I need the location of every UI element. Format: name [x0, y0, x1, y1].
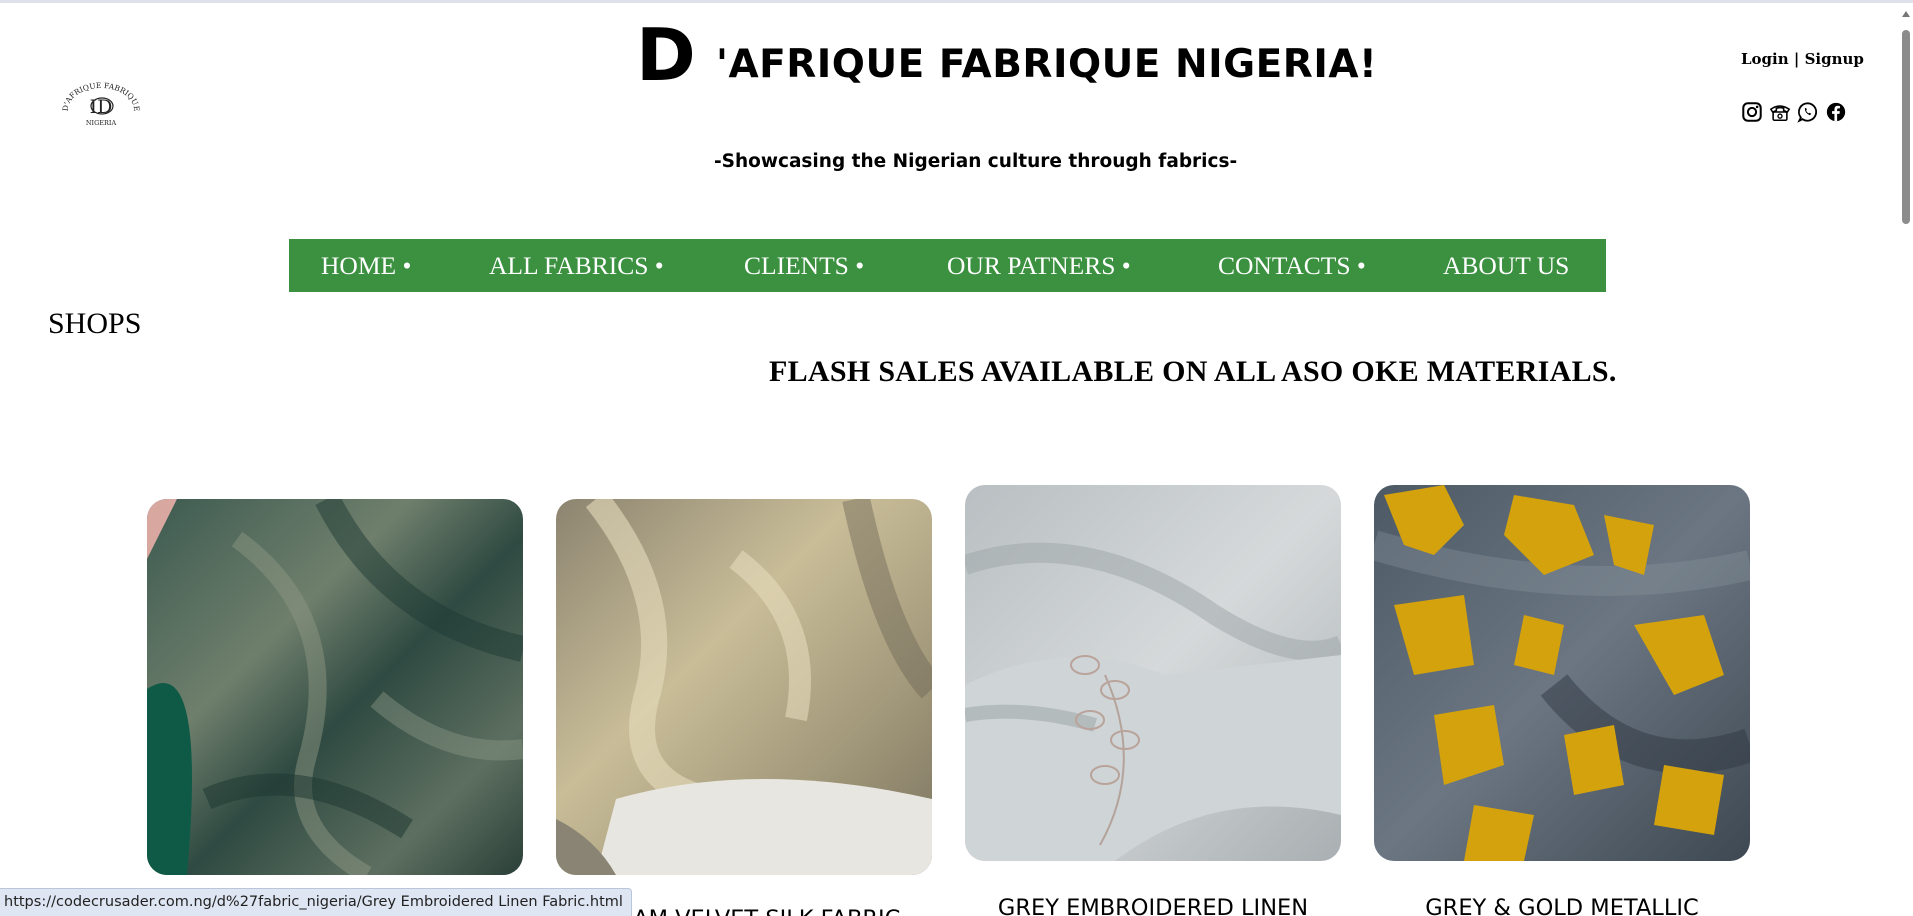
vertical-scrollbar[interactable] — [1899, 3, 1913, 916]
scroll-thumb[interactable] — [1902, 30, 1910, 224]
site-tagline: -Showcasing the Nigerian culture through… — [714, 151, 1238, 172]
facebook-icon[interactable] — [1824, 100, 1848, 124]
nav-about-us[interactable]: ABOUT US — [1443, 239, 1569, 292]
product-image-grey-linen[interactable] — [965, 485, 1341, 861]
product-image-green-fabric[interactable] — [147, 499, 523, 875]
product-caption-grey-linen[interactable]: GREY EMBROIDERED LINEN — [965, 894, 1341, 916]
nav-all-fabrics[interactable]: ALL FABRICS • — [489, 239, 664, 292]
whatsapp-icon[interactable] — [1796, 100, 1820, 124]
brand-initial: D — [636, 13, 696, 97]
svg-text:NIGERIA: NIGERIA — [86, 119, 117, 127]
product-image-cream-silk[interactable] — [556, 499, 932, 875]
nav-home[interactable]: HOME • — [321, 239, 411, 292]
instagram-icon[interactable] — [1740, 100, 1764, 124]
login-link[interactable]: Login — [1741, 50, 1789, 68]
scroll-up-arrow-icon[interactable] — [1902, 11, 1910, 17]
flash-sales-banner: FLASH SALES AVAILABLE ON ALL ASO OKE MAT… — [769, 355, 1617, 388]
signup-link[interactable]: Signup — [1805, 50, 1864, 68]
link-status-bar: https://codecrusader.com.ng/d%27fabric_n… — [0, 888, 632, 916]
browser-top-edge — [0, 0, 1913, 3]
auth-separator: | — [1788, 50, 1805, 68]
telephone-icon[interactable] — [1768, 100, 1792, 124]
product-caption-grey-gold[interactable]: GREY & GOLD METALLIC — [1374, 894, 1750, 916]
social-links — [1740, 100, 1848, 124]
nav-contacts[interactable]: CONTACTS • — [1218, 239, 1366, 292]
auth-links: Login | Signup — [1741, 48, 1864, 70]
product-image-grey-gold-metallic[interactable] — [1374, 485, 1750, 861]
nav-clients[interactable]: CLIENTS • — [744, 239, 864, 292]
shops-heading: SHOPS — [48, 307, 142, 340]
brand-logo[interactable]: D'AFRIQUE FABRIQUE ID NIGERIA — [60, 80, 142, 128]
main-navigation: HOME • ALL FABRICS • CLIENTS • OUR PATNE… — [289, 239, 1606, 292]
nav-our-patners[interactable]: OUR PATNERS • — [947, 239, 1131, 292]
site-title: 'AFRIQUE FABRIQUE NIGERIA! — [716, 42, 1378, 87]
